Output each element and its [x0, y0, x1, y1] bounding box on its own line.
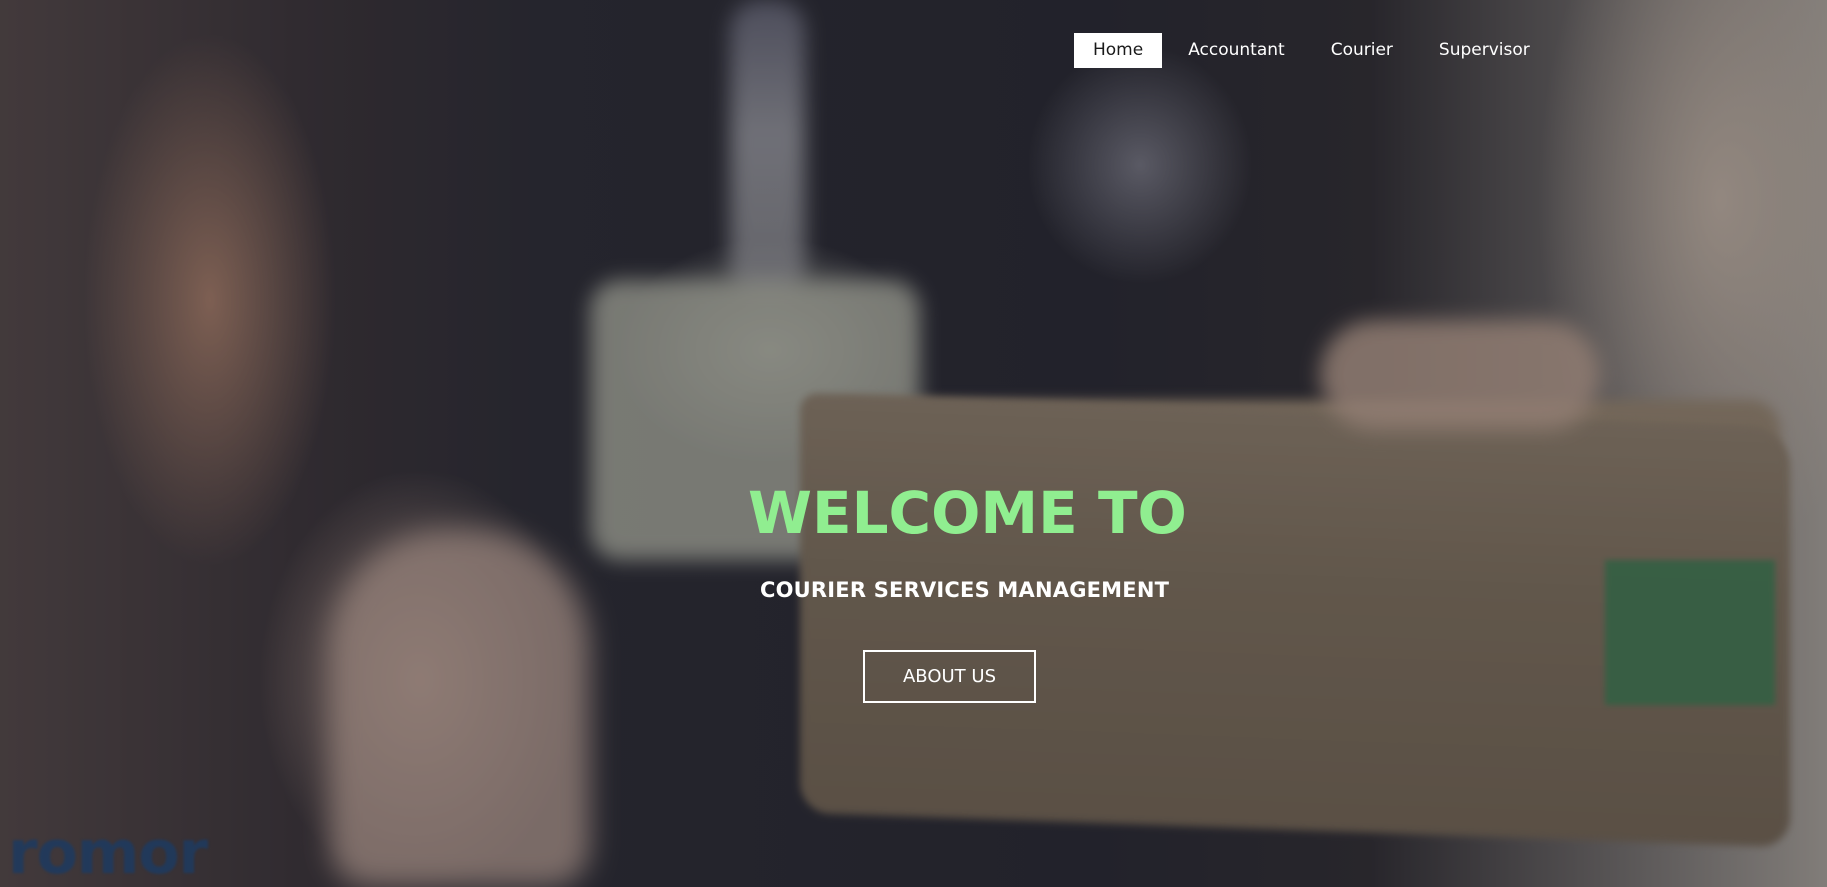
main-navigation: Home Accountant Courier Supervisor [1074, 33, 1549, 68]
hero-subtitle: COURIER SERVICES MANAGEMENT [760, 578, 1170, 602]
nav-item-home[interactable]: Home [1074, 33, 1163, 68]
nav-item-supervisor[interactable]: Supervisor [1420, 33, 1549, 68]
hero-background-image: romor [0, 0, 1827, 887]
background-logo-text: romor [8, 818, 208, 887]
background-overlay [0, 0, 1827, 887]
hero-title: WELCOME TO [748, 479, 1187, 547]
nav-item-courier[interactable]: Courier [1312, 33, 1412, 68]
about-us-button[interactable]: ABOUT US [863, 650, 1036, 703]
nav-item-accountant[interactable]: Accountant [1169, 33, 1304, 68]
